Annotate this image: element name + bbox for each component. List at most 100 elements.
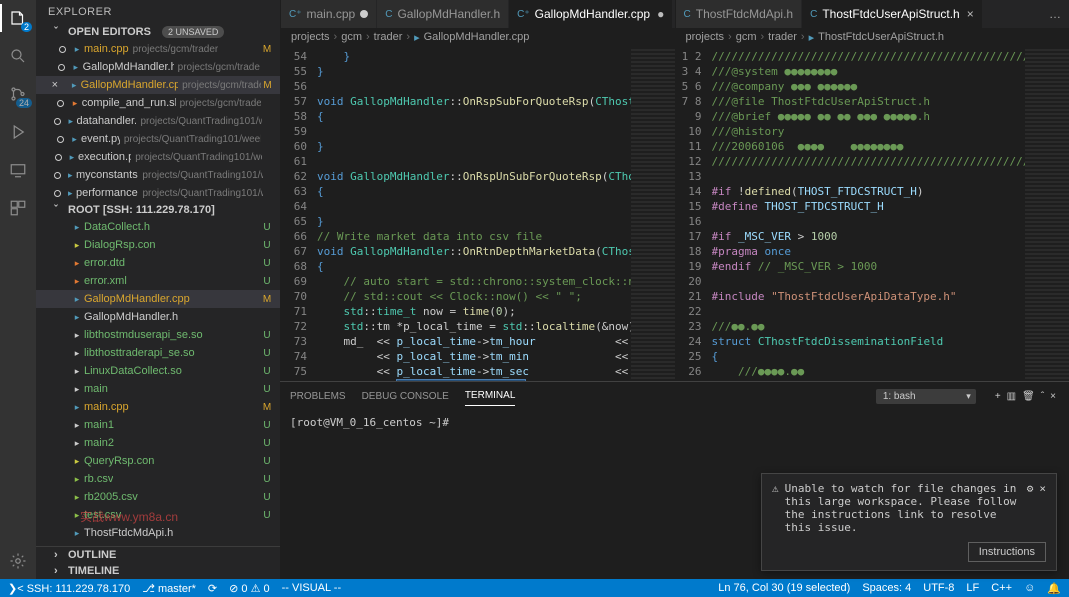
list-item[interactable]: ▸GallopMdHandler.h xyxy=(36,308,280,326)
code-area[interactable]: } } void GallopMdHandler::OnRspSubForQuo… xyxy=(317,47,631,381)
list-item[interactable]: ▸main.cppM xyxy=(36,398,280,416)
panel-action-icon[interactable]: + xyxy=(992,391,1004,402)
status-bar: ❯< SSH: 111.229.78.170 ⎇ master* ⟳ ⊘ 0 ⚠… xyxy=(0,579,1069,597)
explorer-title: EXPLORER xyxy=(36,0,280,24)
tabs-left: C⁺main.cppCGallopMdHandler.hC⁺GallopMdHa… xyxy=(281,0,675,28)
tab[interactable]: CThostFtdcUserApiStruct.h× xyxy=(802,0,983,28)
terminal-select[interactable]: 1: bash xyxy=(876,389,976,404)
notification-text: Unable to watch for file changes in this… xyxy=(785,482,1021,534)
editor-right: CThostFtdcMdApi.hCThostFtdcUserApiStruct… xyxy=(675,0,1069,381)
close-icon[interactable]: × xyxy=(1039,482,1046,495)
tab[interactable]: CThostFtdcMdApi.h xyxy=(676,0,803,28)
panel: PROBLEMS DEBUG CONSOLE TERMINAL 1: bash +▥… xyxy=(280,381,1069,579)
list-item[interactable]: ▸compile_and_run.shprojects/gcm/trader xyxy=(36,94,280,112)
list-item[interactable]: ▸test.csvU xyxy=(36,506,280,524)
crumb[interactable]: projects xyxy=(686,31,725,44)
encoding[interactable]: UTF-8 xyxy=(923,582,954,595)
panel-tab[interactable]: DEBUG CONSOLE xyxy=(362,387,449,406)
outline-section[interactable]: ›OUTLINE xyxy=(36,547,280,563)
tab[interactable]: C⁺GallopMdHandler.cpp● xyxy=(509,0,673,28)
warning-icon: ⚠ xyxy=(772,482,779,495)
list-item[interactable]: ▸datahandler.pyprojects/QuantTrading101/… xyxy=(36,112,280,130)
activity-bar: 2 24 xyxy=(0,0,36,579)
notification: ⚠ Unable to watch for file changes in th… xyxy=(761,473,1057,571)
instructions-button[interactable]: Instructions xyxy=(968,542,1046,562)
crumb[interactable]: gcm xyxy=(736,31,757,44)
list-item[interactable]: ▸execution.pyprojects/QuantTrading101/we… xyxy=(36,148,280,166)
list-item[interactable]: ▸libthosttraderapi_se.soU xyxy=(36,344,280,362)
git-branch[interactable]: ⎇ master* xyxy=(142,582,196,595)
terminal[interactable]: [root@VM_0_16_centos ~]# ⚠ Unable to wat… xyxy=(280,410,1069,579)
list-item[interactable]: ▸error.dtdU xyxy=(36,254,280,272)
panel-action-icon[interactable]: × xyxy=(1047,391,1059,402)
panel-action-icon[interactable]: ▥ xyxy=(1004,391,1019,402)
bell-icon[interactable]: 🔔 xyxy=(1047,582,1061,595)
files-icon[interactable]: 2 xyxy=(8,8,28,28)
tabs-right: CThostFtdcMdApi.hCThostFtdcUserApiStruct… xyxy=(676,0,1069,28)
search-icon[interactable] xyxy=(8,46,28,66)
root-section[interactable]: ˇROOT [SSH: 111.229.78.170] xyxy=(36,202,280,218)
close-icon[interactable]: × xyxy=(965,7,974,21)
crumb[interactable]: GallopMdHandler.cpp xyxy=(424,31,530,44)
list-item[interactable]: ▸LinuxDataCollect.soU xyxy=(36,362,280,380)
gutter: 1 2 3 4 5 6 7 8 9 10 11 12 13 14 15 16 1… xyxy=(676,47,712,381)
gear-icon[interactable]: ⚙ xyxy=(1027,482,1034,495)
remote-indicator[interactable]: ❯< SSH: 111.229.78.170 xyxy=(8,582,130,595)
breadcrumbs-right[interactable]: projects›gcm›trader›▸ ThostFtdcUserApiSt… xyxy=(676,28,1069,47)
panel-tab[interactable]: TERMINAL xyxy=(465,386,516,406)
feedback-icon[interactable]: ☺ xyxy=(1024,582,1035,595)
list-item[interactable]: ▸DialogRsp.conU xyxy=(36,236,280,254)
list-item[interactable]: ▸main1U xyxy=(36,416,280,434)
list-item[interactable]: ▸myconstants.pyprojects/QuantTrading101/… xyxy=(36,166,280,184)
list-item[interactable]: ▸libthostmduserapi_se.soU xyxy=(36,326,280,344)
crumb[interactable]: gcm xyxy=(341,31,362,44)
list-item[interactable]: ▸performance.pyprojects/QuantTrading101/… xyxy=(36,184,280,202)
remote-icon[interactable] xyxy=(8,160,28,180)
sync-icon[interactable]: ⟳ xyxy=(208,582,217,595)
modified-dot xyxy=(360,10,368,18)
gutter: 54 55 56 57 58 59 60 61 62 63 64 65 66 6… xyxy=(281,47,317,381)
eol[interactable]: LF xyxy=(966,582,979,595)
crumb[interactable]: projects xyxy=(291,31,330,44)
panel-action-icon[interactable]: 🗑 xyxy=(1019,391,1038,402)
close-icon[interactable]: ● xyxy=(655,7,664,21)
settings-icon[interactable] xyxy=(8,551,28,571)
extensions-icon[interactable] xyxy=(8,198,28,218)
breadcrumbs-left[interactable]: projects›gcm›trader›▸ GallopMdHandler.cp… xyxy=(281,28,675,47)
crumb[interactable]: ThostFtdcUserApiStruct.h xyxy=(818,31,944,44)
list-item[interactable]: ▸rb2005.csvU xyxy=(36,488,280,506)
minimap[interactable] xyxy=(631,47,675,381)
list-item[interactable]: ▸mainU xyxy=(36,380,280,398)
list-item[interactable]: ▸GallopMdHandler.hprojects/gcm/trader xyxy=(36,58,280,76)
tab[interactable]: C⁺main.cpp xyxy=(281,0,377,28)
problems[interactable]: ⊘ 0 ⚠ 0 xyxy=(229,582,270,595)
crumb[interactable]: trader xyxy=(374,31,403,44)
list-item[interactable]: ▸DataCollect.hU xyxy=(36,218,280,236)
code-area[interactable]: ////////////////////////////////////////… xyxy=(712,47,1026,381)
timeline-section[interactable]: ›TIMELINE xyxy=(36,563,280,579)
indentation[interactable]: Spaces: 4 xyxy=(862,582,911,595)
editor-left: C⁺main.cppCGallopMdHandler.hC⁺GallopMdHa… xyxy=(280,0,675,381)
sidebar: EXPLORER ˇOPEN EDITORS 2 UNSAVED ▸main.c… xyxy=(36,0,280,579)
list-item[interactable]: ▸error.xmlU xyxy=(36,272,280,290)
panel-tab[interactable]: PROBLEMS xyxy=(290,387,346,406)
minimap[interactable] xyxy=(1025,47,1069,381)
open-editors-section[interactable]: ˇOPEN EDITORS 2 UNSAVED xyxy=(36,24,280,40)
list-item[interactable]: ▸main.cppprojects/gcm/traderM xyxy=(36,40,280,58)
crumb[interactable]: trader xyxy=(768,31,797,44)
list-item[interactable]: ▸QueryRsp.conU xyxy=(36,452,280,470)
language-mode[interactable]: C++ xyxy=(991,582,1012,595)
list-item[interactable]: ▸GallopMdHandler.cppM xyxy=(36,290,280,308)
source-control-icon[interactable]: 24 xyxy=(8,84,28,104)
list-item[interactable]: ▸ThostFtdcMdApi.h xyxy=(36,524,280,542)
debug-icon[interactable] xyxy=(8,122,28,142)
list-item[interactable]: ×▸GallopMdHandler.cppprojects/gcm/trader… xyxy=(36,76,280,94)
list-item[interactable]: ▸event.pyprojects/QuantTrading101/week3 xyxy=(36,130,280,148)
vim-mode: -- VISUAL -- xyxy=(282,582,342,594)
list-item[interactable]: ▸main2U xyxy=(36,434,280,452)
list-item[interactable]: ▸rb.csvU xyxy=(36,470,280,488)
panel-action-icon[interactable]: ˆ xyxy=(1038,391,1047,402)
cursor-position[interactable]: Ln 76, Col 30 (19 selected) xyxy=(718,582,850,595)
tab[interactable]: CGallopMdHandler.h xyxy=(377,0,509,28)
tab-action-icon[interactable]: … xyxy=(1049,7,1061,21)
